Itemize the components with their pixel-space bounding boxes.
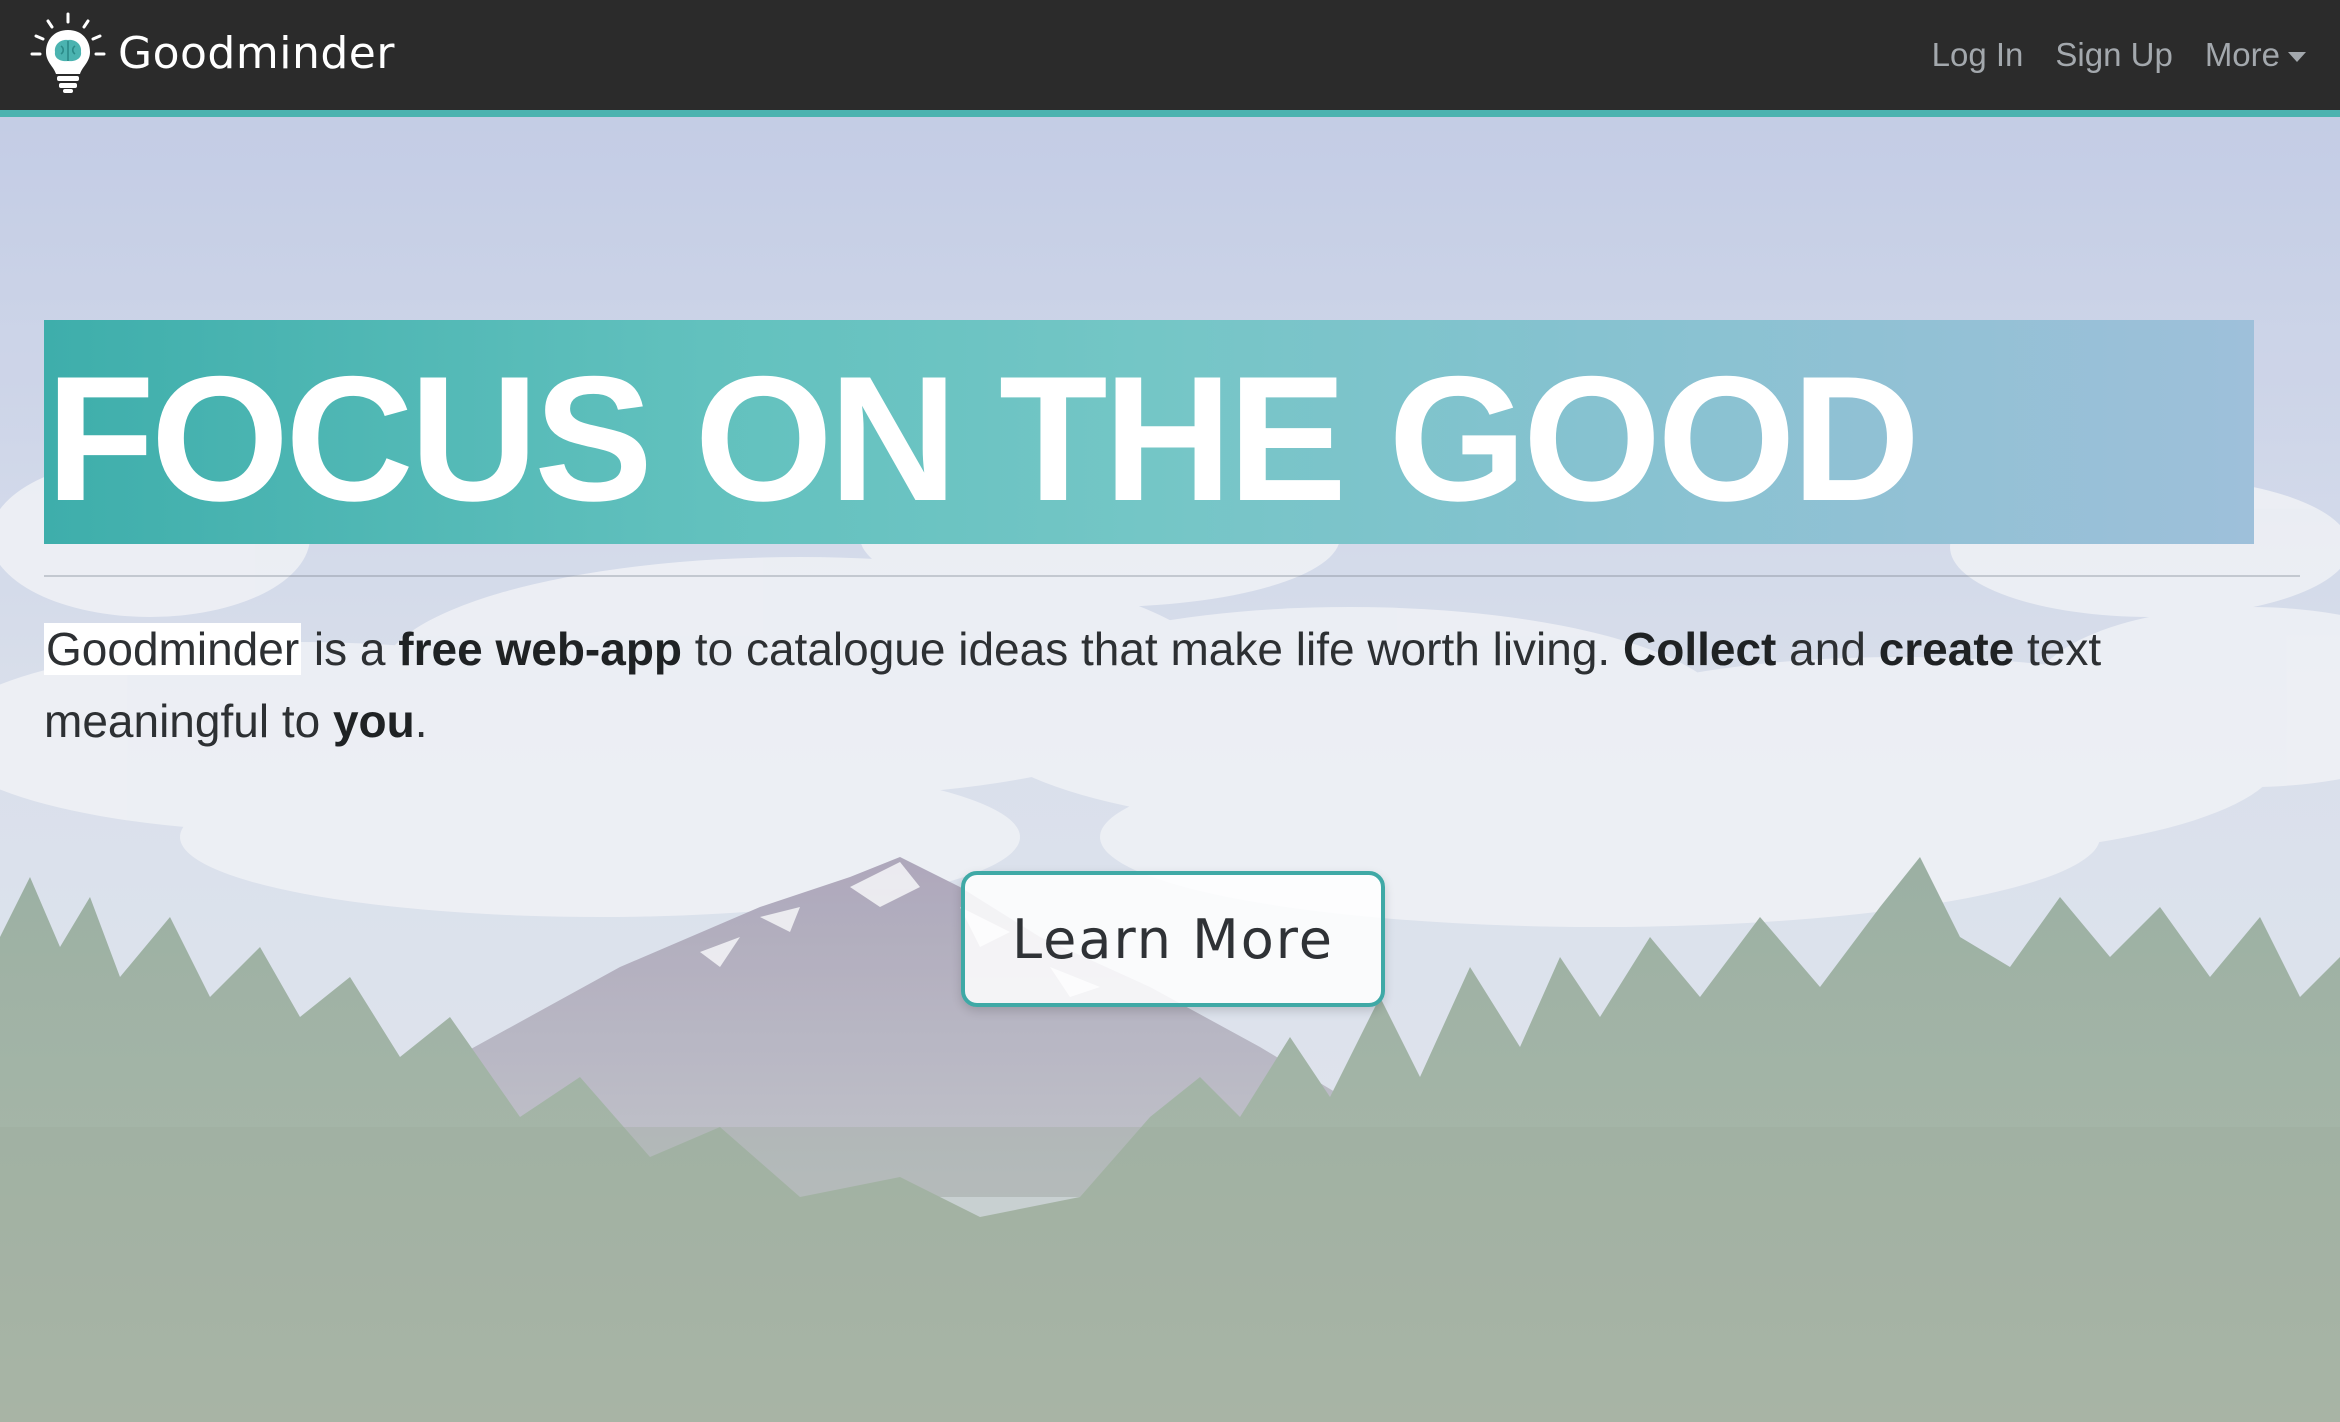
navbar: Goodminder Log In Sign Up More xyxy=(0,0,2340,117)
tagline-text: is a xyxy=(301,623,399,675)
login-link[interactable]: Log In xyxy=(1932,36,2024,74)
hero-headline: FOCUS ON THE GOOD xyxy=(46,339,1920,538)
tagline-bold: free web-app xyxy=(398,623,683,675)
brand-name: Goodminder xyxy=(118,27,395,79)
nav-links: Log In Sign Up More xyxy=(1900,36,2306,74)
brand-link[interactable]: Goodminder xyxy=(28,12,395,94)
learn-more-button[interactable]: Learn More xyxy=(961,871,1385,1007)
tagline-text: and xyxy=(1776,623,1879,675)
tagline-bold: you xyxy=(332,695,415,747)
lightbulb-brain-icon xyxy=(30,12,106,93)
more-dropdown[interactable]: More xyxy=(2205,36,2306,74)
tagline-bold: create xyxy=(1878,623,2015,675)
tagline-text: to catalogue ideas that make life worth … xyxy=(682,623,1623,675)
mountain-forest-background-image xyxy=(0,117,2340,1422)
signup-link[interactable]: Sign Up xyxy=(2055,36,2172,74)
hero-section: FOCUS ON THE GOOD Goodminder is a free w… xyxy=(0,117,2340,1422)
more-dropdown-label: More xyxy=(2204,36,2280,73)
tagline-brand: Goodminder xyxy=(44,623,302,675)
tagline-text: . xyxy=(414,695,428,747)
hero-tagline: Goodminder is a free web-app to catalogu… xyxy=(44,613,2224,757)
caret-down-icon xyxy=(2288,52,2306,63)
hero-divider xyxy=(44,575,2300,577)
tagline-bold: Collect xyxy=(1623,623,1777,675)
